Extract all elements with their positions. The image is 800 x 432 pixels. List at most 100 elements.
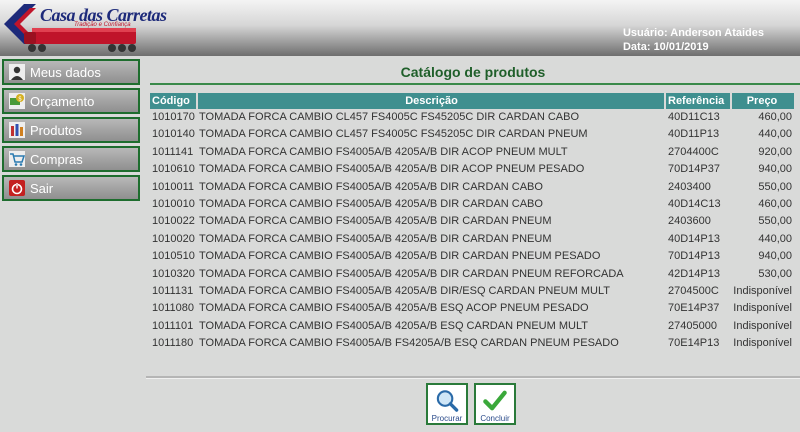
column-header-descricao[interactable]: Descrição bbox=[198, 93, 664, 109]
date-line: Data: 10/01/2019 bbox=[623, 40, 764, 54]
table-row[interactable]: 1010140 TOMADA FORCA CAMBIO CL457 FS4005C… bbox=[150, 126, 800, 143]
finish-button[interactable]: Concluir bbox=[474, 383, 516, 425]
app-header: Casa das Carretas Tradição e Confiança U… bbox=[0, 0, 800, 56]
cell-descricao: TOMADA FORCA CAMBIO FS4005A/B 4205A/B DI… bbox=[199, 232, 552, 245]
column-header-codigo[interactable]: Código bbox=[150, 93, 196, 109]
sidebar-item-orcamento[interactable]: $ Orçamento bbox=[2, 88, 140, 114]
cell-referencia: 70E14P37 bbox=[668, 302, 720, 315]
table-row[interactable]: 1010011 TOMADA FORCA CAMBIO FS4005A/B 420… bbox=[150, 179, 800, 196]
table-row[interactable]: 1011180 TOMADA FORCA CAMBIO FS4005A/B FS4… bbox=[150, 335, 800, 352]
cell-preco: 550,00 bbox=[758, 215, 792, 228]
table-row[interactable]: 1011141 TOMADA FORCA CAMBIO FS4005A/B 420… bbox=[150, 144, 800, 161]
cell-codigo: 1010140 bbox=[152, 128, 195, 141]
table-row[interactable]: 1011131 TOMADA FORCA CAMBIO FS4005A/B 420… bbox=[150, 283, 800, 300]
cell-codigo: 1010170 bbox=[152, 111, 195, 123]
table-row[interactable]: 1010320 TOMADA FORCA CAMBIO FS4005A/B 420… bbox=[150, 266, 800, 283]
cell-referencia: 27405000 bbox=[668, 319, 717, 332]
search-button-label: Procurar bbox=[431, 414, 463, 423]
sidebar-item-label: Produtos bbox=[30, 122, 83, 138]
cell-codigo: 1010610 bbox=[152, 163, 195, 176]
svg-text:$: $ bbox=[18, 96, 22, 103]
cell-codigo: 1011080 bbox=[152, 302, 195, 315]
cell-descricao: TOMADA FORCA CAMBIO FS4005A/B 4205A/B DI… bbox=[199, 145, 568, 158]
bottom-divider bbox=[146, 376, 800, 379]
cell-codigo: 1011180 bbox=[152, 337, 194, 350]
column-header-preco[interactable]: Preço bbox=[732, 93, 794, 109]
cell-preco: Indisponível bbox=[733, 337, 792, 350]
sidebar-item-label: Sair bbox=[30, 180, 54, 196]
cell-referencia: 2704400C bbox=[668, 145, 719, 158]
cell-descricao: TOMADA FORCA CAMBIO CL457 FS4005C FS4520… bbox=[199, 128, 588, 141]
cell-codigo: 1010510 bbox=[152, 250, 195, 263]
cell-codigo: 1010022 bbox=[152, 215, 195, 228]
cell-referencia: 42D14P13 bbox=[668, 267, 720, 280]
cell-codigo: 1010020 bbox=[152, 232, 195, 245]
cell-codigo: 1010320 bbox=[152, 267, 195, 280]
sidebar-item-label: Orçamento bbox=[30, 93, 95, 109]
cell-referencia: 70D14P13 bbox=[668, 250, 720, 263]
cell-referencia: 2403600 bbox=[668, 215, 711, 228]
cell-descricao: TOMADA FORCA CAMBIO FS4005A/B 4205A/B DI… bbox=[199, 267, 624, 280]
cell-descricao: TOMADA FORCA CAMBIO FS4005A/B 4205A/B DI… bbox=[199, 197, 543, 210]
finish-button-label: Concluir bbox=[480, 414, 510, 423]
column-header-referencia[interactable]: Referência bbox=[666, 93, 730, 109]
cell-preco: 940,00 bbox=[758, 250, 792, 263]
cell-preco: 550,00 bbox=[758, 180, 792, 193]
cell-referencia: 40D14C13 bbox=[668, 197, 721, 210]
page-title: Catálogo de produtos bbox=[400, 64, 546, 80]
power-icon bbox=[8, 179, 26, 197]
products-table: Código Descrição Referência Preço 101017… bbox=[150, 93, 800, 352]
cell-preco: Indisponível bbox=[733, 302, 792, 315]
cell-referencia: 70E14P13 bbox=[668, 337, 720, 350]
title-divider bbox=[150, 83, 800, 85]
table-row[interactable]: 1010022 TOMADA FORCA CAMBIO FS4005A/B 420… bbox=[150, 213, 800, 230]
table-row[interactable]: 1010020 TOMADA FORCA CAMBIO FS4005A/B 420… bbox=[150, 231, 800, 248]
cell-referencia: 2403400 bbox=[668, 180, 711, 193]
cell-preco: Indisponível bbox=[733, 319, 792, 332]
cell-descricao: TOMADA FORCA CAMBIO FS4005A/B 4205A/B DI… bbox=[199, 250, 601, 263]
user-info: Usuário: Anderson Ataides Data: 10/01/20… bbox=[623, 26, 764, 54]
magnifier-icon bbox=[436, 390, 459, 412]
cell-preco: 440,00 bbox=[758, 128, 792, 141]
cell-codigo: 1010011 bbox=[152, 180, 195, 193]
cell-preco: Indisponível bbox=[733, 284, 792, 297]
cell-descricao: TOMADA FORCA CAMBIO FS4005A/B 4205A/B DI… bbox=[199, 180, 543, 193]
table-row[interactable]: 1010510 TOMADA FORCA CAMBIO FS4005A/B 420… bbox=[150, 248, 800, 265]
table-row[interactable]: 1011080 TOMADA FORCA CAMBIO FS4005A/B 420… bbox=[150, 300, 800, 317]
table-row[interactable]: 1010010 TOMADA FORCA CAMBIO FS4005A/B 420… bbox=[150, 196, 800, 213]
main-content: Catálogo de produtos Código Descrição Re… bbox=[146, 56, 800, 432]
sidebar-item-meus-dados[interactable]: Meus dados bbox=[2, 59, 140, 85]
cell-preco: 460,00 bbox=[758, 111, 792, 123]
table-body: 1010170 TOMADA FORCA CAMBIO CL457 FS4005C… bbox=[150, 109, 800, 352]
table-row[interactable]: 1010610 TOMADA FORCA CAMBIO FS4005A/B 420… bbox=[150, 161, 800, 178]
sidebar-item-label: Compras bbox=[30, 151, 83, 167]
cell-preco: 530,00 bbox=[758, 267, 792, 280]
cell-codigo: 1011131 bbox=[152, 284, 194, 297]
sidebar-item-compras[interactable]: Compras bbox=[2, 146, 140, 172]
date-value: 10/01/2019 bbox=[653, 41, 709, 53]
money-icon: $ bbox=[8, 92, 26, 110]
cell-preco: 440,00 bbox=[758, 232, 792, 245]
cell-preco: 940,00 bbox=[758, 163, 792, 176]
cell-descricao: TOMADA FORCA CAMBIO CL457 FS4005C FS4520… bbox=[199, 111, 580, 123]
user-label: Usuário: bbox=[622, 27, 668, 39]
logo-tagline: Tradição e Confiança bbox=[74, 22, 131, 28]
sidebar-item-label: Meus dados bbox=[30, 64, 101, 80]
company-logo[interactable]: Casa das Carretas Tradição e Confiança bbox=[2, 2, 167, 56]
date-label: Data: bbox=[622, 41, 651, 53]
sidebar-item-sair[interactable]: Sair bbox=[2, 175, 140, 201]
cell-codigo: 1011141 bbox=[152, 145, 194, 158]
cell-descricao: TOMADA FORCA CAMBIO FS4005A/B 4205A/B DI… bbox=[199, 284, 610, 297]
table-header: Código Descrição Referência Preço bbox=[150, 93, 800, 109]
cell-referencia: 40D14P13 bbox=[668, 232, 720, 245]
cell-referencia: 40D11P13 bbox=[668, 128, 720, 141]
sidebar-item-produtos[interactable]: Produtos bbox=[2, 117, 140, 143]
search-button[interactable]: Procurar bbox=[426, 383, 468, 425]
products-icon bbox=[8, 121, 26, 139]
cell-preco: 460,00 bbox=[758, 197, 792, 210]
user-line: Usuário: Anderson Ataides bbox=[623, 26, 764, 40]
table-row[interactable]: 1011101 TOMADA FORCA CAMBIO FS4005A/B 420… bbox=[150, 318, 800, 335]
table-row[interactable]: 1010170 TOMADA FORCA CAMBIO CL457 FS4005C… bbox=[150, 109, 800, 126]
cell-descricao: TOMADA FORCA CAMBIO FS4005A/B 4205A/B ES… bbox=[199, 319, 588, 332]
cell-referencia: 70D14P37 bbox=[668, 163, 720, 176]
